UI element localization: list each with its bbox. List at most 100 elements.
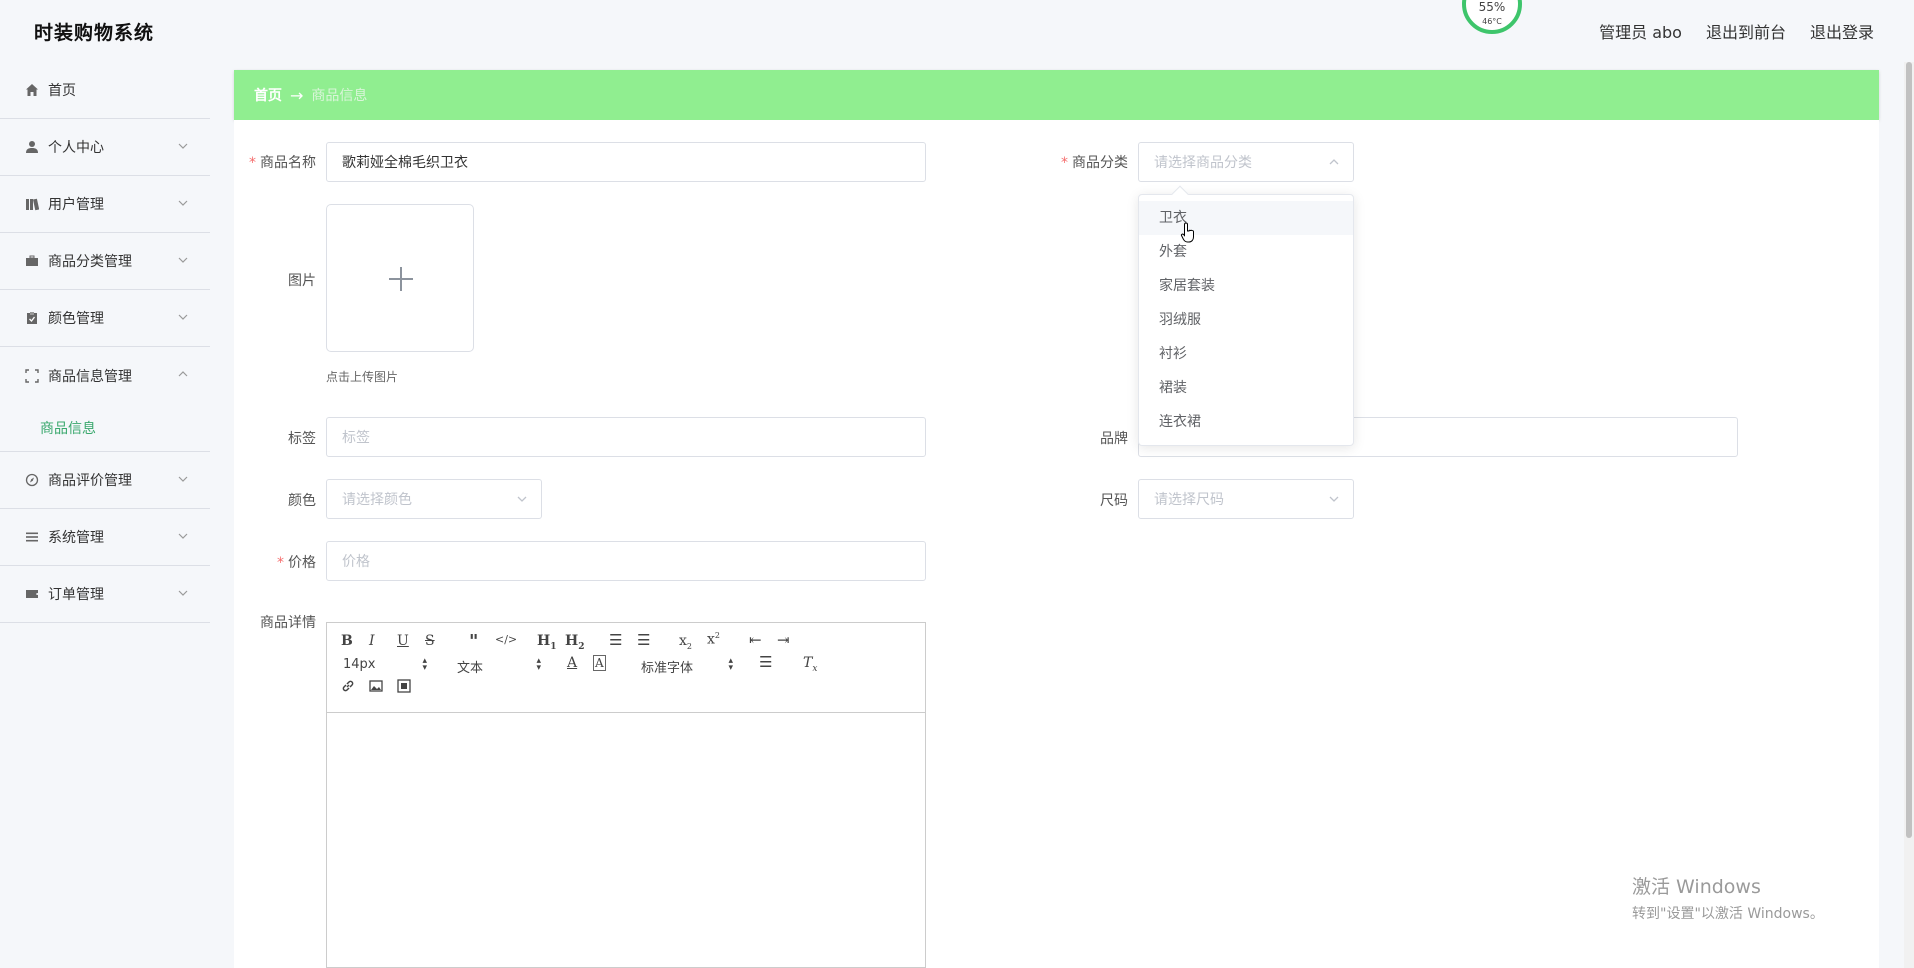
chevron-down-icon <box>178 590 188 596</box>
compass-icon <box>24 472 40 488</box>
page-scrollbar[interactable] <box>1904 62 1914 968</box>
brand-label: 品牌 <box>1100 431 1128 447</box>
bullet-list-icon[interactable]: ☰ <box>637 631 650 649</box>
go-front-link[interactable]: 退出到前台 <box>1706 19 1786 43</box>
sidebar-item-label: 颜色管理 <box>48 311 104 327</box>
detail-label: 商品详情 <box>260 615 316 631</box>
logout-link[interactable]: 退出登录 <box>1810 19 1874 43</box>
h1-icon[interactable]: H1 <box>537 633 557 652</box>
image-upload-box[interactable] <box>326 204 474 352</box>
code-icon[interactable]: </> <box>495 633 517 646</box>
sidebar-subitem-product-info[interactable]: 商品信息 <box>0 404 210 452</box>
sidebar-item-profile[interactable]: 个人中心 <box>0 119 210 176</box>
align-icon[interactable]: ☰ <box>759 653 772 671</box>
indent-icon[interactable]: ⇥ <box>777 631 790 649</box>
dropdown-option[interactable]: 卫衣 <box>1139 201 1353 235</box>
h2-icon[interactable]: H2 <box>565 633 585 652</box>
subscript-icon[interactable]: x2 <box>679 633 692 651</box>
chevron-up-icon <box>1329 159 1339 165</box>
category-label: * 商品分类 <box>1061 155 1128 171</box>
tag-label: 标签 <box>288 431 316 447</box>
size-label: 尺码 <box>1100 493 1128 509</box>
ordered-list-icon[interactable]: ☰ <box>609 631 622 649</box>
cpu-percent: 55% <box>1478 0 1506 14</box>
background-color-icon[interactable]: A <box>593 655 606 671</box>
video-icon[interactable] <box>397 679 411 697</box>
cpu-monitor-widget[interactable]: 55% 46°C <box>1462 0 1522 34</box>
sidebar-item-label: 订单管理 <box>48 587 104 603</box>
font-size-select[interactable]: 14px ▴ ▾ <box>343 657 427 673</box>
color-select[interactable]: 请选择颜色 <box>326 479 542 519</box>
sidebar-item-label: 个人中心 <box>48 140 104 156</box>
watermark-subtitle: 转到"设置"以激活 Windows。 <box>1632 906 1824 922</box>
sidebar-item-label: 商品分类管理 <box>48 254 132 270</box>
sidebar-item-color[interactable]: 颜色管理 <box>0 290 210 347</box>
clipboard-icon <box>24 310 40 326</box>
updown-icon: ▴ ▾ <box>728 656 733 673</box>
sidebar-item-label: 商品信息管理 <box>48 368 132 385</box>
dropdown-option[interactable]: 裙装 <box>1139 371 1353 405</box>
outdent-icon[interactable]: ⇤ <box>749 631 762 649</box>
breadcrumb-home[interactable]: 首页 <box>254 85 282 105</box>
superscript-icon[interactable]: x2 <box>707 631 720 648</box>
sidebar-item-product-info[interactable]: 商品信息管理 <box>0 347 210 404</box>
sidebar-item-reviews[interactable]: 商品评价管理 <box>0 452 210 509</box>
breadcrumb-separator: → <box>290 85 304 105</box>
product-name-input[interactable]: 歌莉娅全棉毛织卫衣 <box>326 142 926 182</box>
windows-activation-watermark: 激活 Windows 转到"设置"以激活 Windows。 <box>1632 872 1824 923</box>
dropdown-option[interactable]: 连衣裙 <box>1139 405 1353 439</box>
dropdown-option[interactable]: 家居套装 <box>1139 269 1353 303</box>
hand-cursor-icon <box>1180 222 1194 243</box>
rich-text-editor: B I U S " </> H1 H2 ☰ ☰ x2 x2 ⇤ ⇥ 14px ▴ ▾… <box>326 622 926 968</box>
sidebar-item-label: 用户管理 <box>48 197 104 213</box>
price-input[interactable]: 价格 <box>326 541 926 581</box>
bold-icon[interactable]: B <box>341 633 353 649</box>
briefcase-icon <box>24 253 40 269</box>
link-icon[interactable] <box>341 679 355 697</box>
header-value: 文本 <box>457 661 484 676</box>
top-header: 时装购物系统 55% 46°C 管理员 abo 退出到前台 退出登录 <box>0 0 1914 62</box>
frame-icon <box>24 368 40 384</box>
clear-format-icon[interactable]: Tx <box>803 655 817 674</box>
dropdown-option[interactable]: 外套 <box>1139 235 1353 269</box>
dropdown-option[interactable]: 羽绒服 <box>1139 303 1353 337</box>
color-placeholder: 请选择颜色 <box>342 492 412 508</box>
italic-icon[interactable]: I <box>369 633 375 649</box>
sidebar-item-orders[interactable]: 订单管理 <box>0 566 210 623</box>
breadcrumb-current: 商品信息 <box>311 88 368 104</box>
color-label: 颜色 <box>288 493 316 509</box>
sidebar-item-category[interactable]: 商品分类管理 <box>0 233 210 290</box>
tag-input[interactable]: 标签 <box>326 417 926 457</box>
sidebar-item-system[interactable]: 系统管理 <box>0 509 210 566</box>
sidebar-item-users[interactable]: 用户管理 <box>0 176 210 233</box>
header-select[interactable]: 文本 ▴ ▾ <box>457 657 541 677</box>
image-label: 图片 <box>288 273 316 289</box>
category-placeholder: 请选择商品分类 <box>1154 155 1252 171</box>
image-icon[interactable] <box>369 679 383 697</box>
upload-tip: 点击上传图片 <box>326 370 399 384</box>
sidebar-item-home[interactable]: 首页 <box>0 62 210 119</box>
ticket-icon <box>24 586 40 602</box>
font-family-select[interactable]: 标准字体 ▴ ▾ <box>641 656 733 677</box>
sidebar-item-label: 首页 <box>48 83 76 99</box>
chevron-down-icon <box>178 200 188 206</box>
strike-icon[interactable]: S <box>425 633 435 649</box>
size-select[interactable]: 请选择尺码 <box>1138 479 1354 519</box>
blockquote-icon[interactable]: " <box>469 631 478 652</box>
plus-icon-vertical <box>400 267 402 291</box>
sidebar: 首页 个人中心 用户管理 商品分类管理 颜色管理 商品信息管理 商品信息 商品评… <box>0 62 210 968</box>
editor-body[interactable] <box>327 713 925 967</box>
sidebar-item-label: 系统管理 <box>48 530 104 546</box>
font-size-value: 14px <box>343 657 376 672</box>
font-color-icon[interactable]: A <box>567 655 577 671</box>
dropdown-option[interactable]: 衬衫 <box>1139 337 1353 371</box>
sidebar-item-label: 商品评价管理 <box>48 473 132 489</box>
chevron-down-icon <box>178 476 188 482</box>
underline-icon[interactable]: U <box>397 633 409 649</box>
category-select[interactable]: 请选择商品分类 <box>1138 142 1354 182</box>
chevron-up-icon <box>178 371 188 377</box>
current-user-label: 管理员 abo <box>1599 23 1682 42</box>
scrollbar-thumb[interactable] <box>1906 62 1912 838</box>
chevron-down-icon <box>178 257 188 263</box>
product-form: * 商品名称 歌莉娅全棉毛织卫衣 * 商品分类 请选择商品分类 图片 点击上传图片 … <box>234 120 1879 968</box>
